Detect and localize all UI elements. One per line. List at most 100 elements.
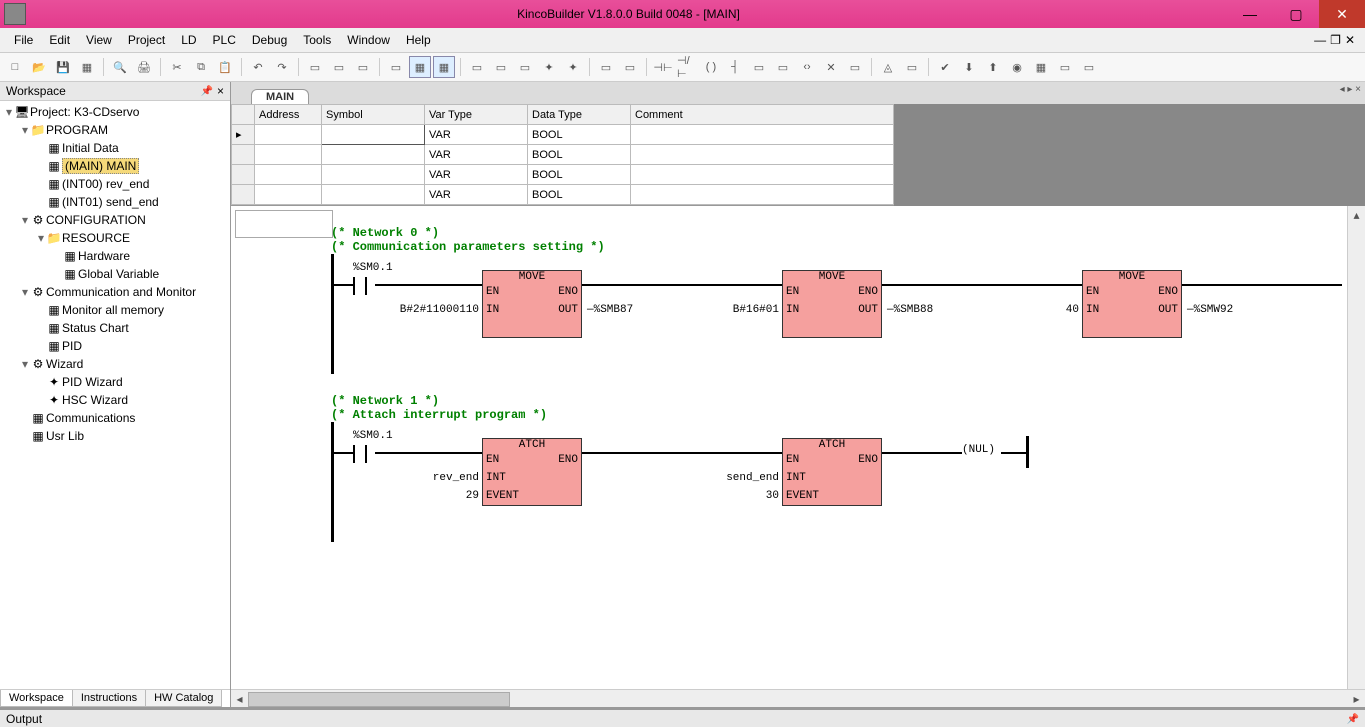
vt-hdr-comment[interactable]: Comment — [631, 105, 894, 125]
project-tree[interactable]: ▾🖥Project: K3-CDservo ▾📁PROGRAM ▦Initial… — [0, 101, 230, 689]
menu-help[interactable]: Help — [398, 31, 439, 49]
mdi-close-icon[interactable]: ✕ — [1345, 33, 1355, 47]
block-move-1[interactable]: MOVE ENENO INOUT — [482, 270, 582, 338]
tool-g-button[interactable]: ▭ — [466, 56, 488, 78]
menu-tools[interactable]: Tools — [295, 31, 339, 49]
tool-b-button[interactable]: ▭ — [328, 56, 350, 78]
redo-button[interactable]: ↷ — [271, 56, 293, 78]
menu-view[interactable]: View — [78, 31, 120, 49]
tool-t-button[interactable]: ▭ — [1078, 56, 1100, 78]
tool-q-button[interactable]: ◬ — [877, 56, 899, 78]
open-button[interactable]: 📂 — [28, 56, 50, 78]
menu-plc[interactable]: PLC — [205, 31, 244, 49]
table-row[interactable]: VARBOOL — [232, 145, 894, 165]
branch-button[interactable]: ┤ — [724, 56, 746, 78]
save-all-button[interactable]: ▦ — [76, 56, 98, 78]
menu-window[interactable]: Window — [339, 31, 398, 49]
panel-close-icon[interactable]: × — [217, 84, 224, 98]
menu-edit[interactable]: Edit — [41, 31, 78, 49]
block-move-2[interactable]: MOVE ENENO INOUT — [782, 270, 882, 338]
tool-s-button[interactable]: ▭ — [1054, 56, 1076, 78]
coil-button[interactable]: ( ) — [700, 56, 722, 78]
rung-0[interactable]: %SM0.1 MOVE ENENO INOUT B#2#11000110 —%S… — [331, 254, 1347, 374]
rung-1[interactable]: %SM0.1 ATCH ENENO INT EVENT rev_end 29 — [331, 422, 1347, 542]
tree-status-chart[interactable]: Status Chart — [62, 321, 129, 335]
cut-button[interactable]: ✂ — [166, 56, 188, 78]
minimize-button[interactable]: — — [1227, 0, 1273, 28]
vt-hdr-datatype[interactable]: Data Type — [528, 105, 631, 125]
menu-project[interactable]: Project — [120, 31, 173, 49]
tool-l-button[interactable]: ▭ — [595, 56, 617, 78]
tree-pid-wizard[interactable]: PID Wizard — [62, 375, 123, 389]
tool-c-button[interactable]: ▭ — [352, 56, 374, 78]
pin-icon[interactable]: 📌 — [201, 86, 213, 97]
tool-j-button[interactable]: ✦ — [538, 56, 560, 78]
tool-o-button[interactable]: ‹› — [796, 56, 818, 78]
ladder-editor[interactable]: (* Network 0 *) (* Communication paramet… — [231, 206, 1347, 689]
tool-n-button[interactable]: ▭ — [772, 56, 794, 78]
block-move-3[interactable]: MOVE ENENO INOUT — [1082, 270, 1182, 338]
tool-p-button[interactable]: ▭ — [844, 56, 866, 78]
table-row[interactable]: ▸VARBOOL — [232, 125, 894, 145]
mdi-minimize-icon[interactable]: — — [1314, 33, 1326, 47]
tree-int01[interactable]: (INT01) send_end — [62, 195, 159, 209]
close-button[interactable]: ✕ — [1319, 0, 1365, 28]
tree-monitor-all[interactable]: Monitor all memory — [62, 303, 164, 317]
tree-hsc-wizard[interactable]: HSC Wizard — [62, 393, 128, 407]
tree-main[interactable]: (MAIN) MAIN — [62, 158, 139, 174]
ws-tab-instructions[interactable]: Instructions — [73, 690, 146, 707]
output-pin-icon[interactable]: 📌 — [1347, 714, 1359, 725]
tree-global-var[interactable]: Global Variable — [78, 267, 159, 281]
ladder-vscroll[interactable]: ▴ — [1347, 206, 1365, 689]
compile-button[interactable]: ✔ — [934, 56, 956, 78]
tree-project-root[interactable]: Project: K3-CDservo — [30, 105, 139, 119]
tree-usrlib[interactable]: Usr Lib — [46, 429, 84, 443]
paste-button[interactable]: 📋 — [214, 56, 236, 78]
tree-int00[interactable]: (INT00) rev_end — [62, 177, 149, 191]
contact-nc-button[interactable]: ⊣/⊢ — [676, 56, 698, 78]
table-row[interactable]: VARBOOL — [232, 165, 894, 185]
tool-d-button[interactable]: ▭ — [385, 56, 407, 78]
tool-m-button[interactable]: ▭ — [619, 56, 641, 78]
tree-communications[interactable]: Communications — [46, 411, 135, 425]
tree-initial-data[interactable]: Initial Data — [62, 141, 119, 155]
print-button[interactable]: 🖨 — [133, 56, 155, 78]
chart-button[interactable]: ▦ — [1030, 56, 1052, 78]
maximize-button[interactable]: ▢ — [1273, 0, 1319, 28]
menu-file[interactable]: File — [6, 31, 41, 49]
tree-hardware[interactable]: Hardware — [78, 249, 130, 263]
download-button[interactable]: ⬇ — [958, 56, 980, 78]
tool-i-button[interactable]: ▭ — [514, 56, 536, 78]
editor-tab-main[interactable]: MAIN — [251, 89, 309, 104]
mdi-restore-icon[interactable]: ❐ — [1330, 33, 1341, 47]
fb-button[interactable]: ▭ — [748, 56, 770, 78]
undo-button[interactable]: ↶ — [247, 56, 269, 78]
vt-hdr-vartype[interactable]: Var Type — [425, 105, 528, 125]
ws-tab-workspace[interactable]: Workspace — [0, 690, 73, 707]
tab-nav[interactable]: ◂ ▸ × — [1340, 84, 1361, 95]
tree-pid[interactable]: PID — [62, 339, 82, 353]
new-button[interactable]: □ — [4, 56, 26, 78]
delete-button[interactable]: ✕ — [820, 56, 842, 78]
tree-comm-monitor[interactable]: Communication and Monitor — [46, 285, 196, 299]
tree-resource[interactable]: RESOURCE — [62, 231, 130, 245]
monitor-button[interactable]: ◉ — [1006, 56, 1028, 78]
ladder-hscroll[interactable]: ◂ ▸ — [231, 689, 1365, 707]
print-preview-button[interactable]: 🔍 — [109, 56, 131, 78]
menu-ld[interactable]: LD — [173, 31, 204, 49]
tool-h-button[interactable]: ▭ — [490, 56, 512, 78]
block-atch-2[interactable]: ATCH ENENO INT EVENT — [782, 438, 882, 506]
menu-debug[interactable]: Debug — [244, 31, 295, 49]
tool-a-button[interactable]: ▭ — [304, 56, 326, 78]
ws-tab-hwcatalog[interactable]: HW Catalog — [146, 690, 222, 707]
copy-button[interactable]: ⧉ — [190, 56, 212, 78]
vt-hdr-address[interactable]: Address — [255, 105, 322, 125]
tree-program[interactable]: PROGRAM — [46, 123, 108, 137]
table-row[interactable]: VARBOOL — [232, 185, 894, 205]
tool-e-button[interactable]: ▦ — [409, 56, 431, 78]
tree-configuration[interactable]: CONFIGURATION — [46, 213, 146, 227]
save-button[interactable]: 💾 — [52, 56, 74, 78]
tool-f-button[interactable]: ▦ — [433, 56, 455, 78]
tool-r-button[interactable]: ▭ — [901, 56, 923, 78]
upload-button[interactable]: ⬆ — [982, 56, 1004, 78]
